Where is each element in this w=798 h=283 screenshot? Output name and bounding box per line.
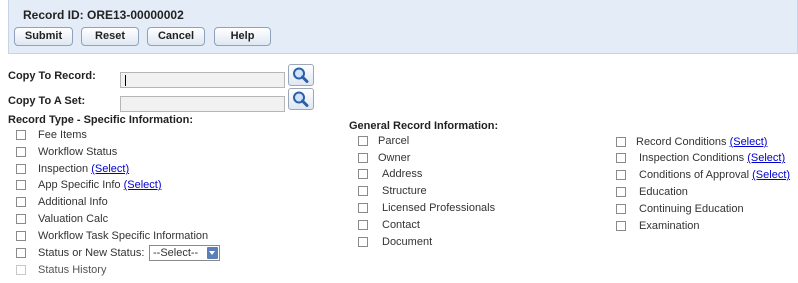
- inspection-conditions-select-link[interactable]: (Select): [747, 152, 785, 164]
- copy-to-record-search-button[interactable]: [288, 64, 314, 86]
- help-button[interactable]: Help: [214, 27, 271, 46]
- parcel-checkbox[interactable]: [358, 136, 368, 146]
- additional-info-checkbox[interactable]: [16, 197, 26, 207]
- general-section-title: General Record Information:: [349, 120, 499, 132]
- valuation-calc-checkbox[interactable]: [16, 214, 26, 224]
- copy-to-record-input[interactable]: [120, 72, 285, 88]
- licensed-professionals-label: Licensed Professionals: [382, 202, 496, 214]
- inspection-select-link[interactable]: (Select): [91, 163, 129, 175]
- inspection-label: Inspection: [38, 163, 89, 175]
- owner-checkbox[interactable]: [358, 153, 368, 163]
- search-icon: [293, 67, 309, 83]
- structure-checkbox[interactable]: [358, 186, 368, 196]
- address-checkbox[interactable]: [358, 169, 368, 179]
- search-icon: [293, 91, 309, 107]
- education-label: Education: [639, 186, 688, 198]
- submit-button[interactable]: Submit: [14, 27, 73, 46]
- record-conditions-text: Record Conditions (Select): [636, 136, 767, 148]
- status-or-new-status-checkbox[interactable]: [16, 248, 26, 258]
- record-conditions-checkbox[interactable]: [616, 137, 626, 147]
- examination-checkbox[interactable]: [616, 221, 626, 231]
- cancel-button[interactable]: Cancel: [147, 27, 205, 46]
- copy-to-record-label: Copy To Record:: [8, 70, 96, 82]
- licensed-professionals-checkbox[interactable]: [358, 203, 368, 213]
- conditions-of-approval-label: Conditions of Approval: [639, 169, 750, 181]
- parcel-label: Parcel: [378, 135, 410, 147]
- copy-to-set-input[interactable]: [120, 96, 285, 112]
- status-history-label: Status History: [38, 264, 107, 276]
- inspection-conditions-text: Inspection Conditions (Select): [639, 152, 785, 164]
- record-conditions-label: Record Conditions: [636, 136, 727, 148]
- document-checkbox[interactable]: [358, 237, 368, 247]
- reset-button[interactable]: Reset: [81, 27, 139, 46]
- chevron-down-icon: [207, 247, 218, 259]
- valuation-calc-label: Valuation Calc: [38, 213, 109, 225]
- app-specific-info-label: App Specific Info: [38, 179, 121, 191]
- inspection-text: Inspection (Select): [38, 163, 129, 175]
- conditions-of-approval-select-link[interactable]: (Select): [752, 169, 790, 181]
- status-select-value: --Select--: [153, 247, 199, 259]
- education-checkbox[interactable]: [616, 187, 626, 197]
- record-conditions-select-link[interactable]: (Select): [730, 136, 768, 148]
- document-label: Document: [382, 236, 433, 248]
- copy-to-set-label: Copy To A Set:: [8, 95, 86, 107]
- workflow-task-specific-label: Workflow Task Specific Information: [38, 230, 209, 242]
- continuing-education-checkbox[interactable]: [616, 204, 626, 214]
- app-specific-info-checkbox[interactable]: [16, 180, 26, 190]
- record-type-section-title: Record Type - Specific Information:: [8, 114, 193, 126]
- owner-label: Owner: [378, 152, 411, 164]
- workflow-status-label: Workflow Status: [38, 146, 118, 158]
- fee-items-checkbox[interactable]: [16, 130, 26, 140]
- inspection-conditions-label: Inspection Conditions: [639, 152, 745, 164]
- conditions-of-approval-text: Conditions of Approval (Select): [639, 169, 790, 181]
- status-history-checkbox[interactable]: [16, 265, 26, 275]
- record-id-title: Record ID: ORE13-00000002: [23, 8, 184, 22]
- contact-label: Contact: [382, 219, 420, 231]
- continuing-education-label: Continuing Education: [639, 203, 744, 215]
- inspection-conditions-checkbox[interactable]: [616, 153, 626, 163]
- inspection-checkbox[interactable]: [16, 164, 26, 174]
- workflow-status-checkbox[interactable]: [16, 147, 26, 157]
- conditions-of-approval-checkbox[interactable]: [616, 170, 626, 180]
- examination-label: Examination: [639, 220, 700, 232]
- additional-info-label: Additional Info: [38, 196, 108, 208]
- workflow-task-specific-checkbox[interactable]: [16, 231, 26, 241]
- contact-checkbox[interactable]: [358, 220, 368, 230]
- app-specific-info-text: App Specific Info (Select): [38, 179, 162, 191]
- text-caret: [125, 75, 126, 86]
- app-specific-info-select-link[interactable]: (Select): [124, 179, 162, 191]
- fee-items-label: Fee Items: [38, 129, 87, 141]
- copy-to-set-search-button[interactable]: [288, 88, 314, 110]
- status-or-new-status-label: Status or New Status:: [38, 247, 145, 259]
- record-header: Record ID: ORE13-00000002 Submit Reset C…: [8, 0, 798, 54]
- address-label: Address: [382, 168, 423, 180]
- structure-label: Structure: [382, 185, 427, 197]
- status-select[interactable]: --Select--: [149, 245, 220, 261]
